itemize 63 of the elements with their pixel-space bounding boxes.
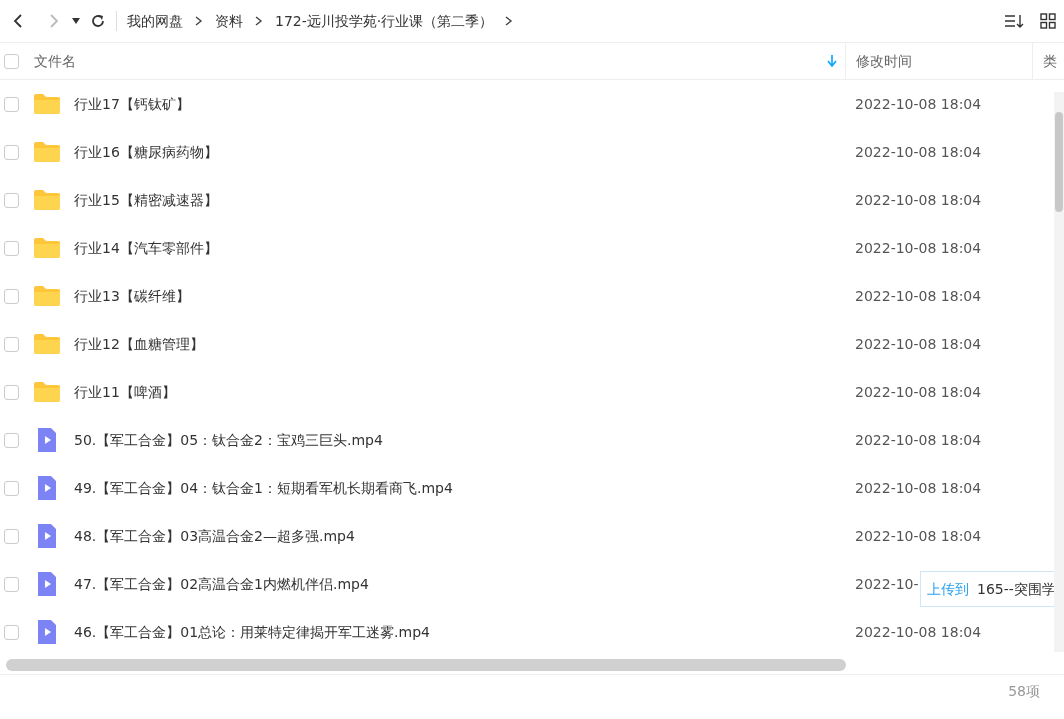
breadcrumb-link[interactable]: 我的网盘 [127, 10, 183, 32]
modified-date: 2022-10-08 18:04 [854, 191, 982, 208]
modified-date: 2022-10-08 18:04 [854, 383, 982, 400]
modified-date: 2022-10-08 18:04 [854, 479, 982, 496]
row-checkbox[interactable] [4, 336, 19, 352]
folder-icon [34, 285, 60, 307]
folder-icon [34, 237, 60, 259]
modified-date: 2022-10-08 18:04 [854, 431, 982, 448]
modified-date: 2022-10- [854, 575, 919, 592]
folder-icon [34, 93, 60, 115]
file-name[interactable]: 49.【军工合金】04：钛合金1：短期看军机长期看商飞.mp4 [74, 477, 453, 499]
column-header[interactable]: 文件名 [34, 50, 76, 72]
row-checkbox[interactable] [4, 576, 19, 592]
file-name[interactable]: 48.【军工合金】03高温合金2—超多强.mp4 [74, 525, 355, 547]
sort-icon[interactable] [1004, 13, 1024, 29]
row-checkbox[interactable] [4, 432, 19, 448]
file-name[interactable]: 50.【军工合金】05：钛合金2：宝鸡三巨头.mp4 [74, 429, 383, 451]
item-count: 58项 [1008, 682, 1040, 701]
row-checkbox[interactable] [4, 528, 19, 544]
column-header[interactable]: 修改时间 [856, 50, 912, 72]
breadcrumb-link[interactable]: 资料 [215, 10, 243, 32]
row-checkbox[interactable] [4, 480, 19, 496]
file-name[interactable]: 46.【军工合金】01总论：用莱特定律揭开军工迷雾.mp4 [74, 621, 430, 643]
file-name[interactable]: 47.【军工合金】02高温合金1内燃机伴侣.mp4 [74, 573, 369, 595]
refresh-icon[interactable] [90, 13, 106, 29]
folder-icon [34, 141, 60, 163]
folder-icon [34, 189, 60, 211]
modified-date: 2022-10-08 18:04 [854, 287, 982, 304]
vertical-scrollbar[interactable] [1054, 92, 1064, 652]
row-checkbox[interactable] [4, 96, 19, 112]
horizontal-scrollbar[interactable] [6, 659, 846, 671]
tooltip-action: 上传到 [927, 579, 969, 599]
modified-date: 2022-10-08 18:04 [854, 95, 982, 112]
modified-date: 2022-10-08 18:04 [854, 239, 982, 256]
file-name[interactable]: 行业12【血糖管理】 [74, 333, 204, 355]
grid-view-icon[interactable] [1040, 13, 1056, 29]
chevron-left-icon [12, 13, 24, 29]
row-checkbox[interactable] [4, 192, 19, 208]
modified-date: 2022-10-08 18:04 [854, 527, 982, 544]
chevron-right-icon [48, 13, 60, 29]
row-checkbox[interactable] [4, 240, 19, 256]
modified-date: 2022-10-08 18:04 [854, 623, 982, 640]
file-name[interactable]: 行业15【精密减速器】 [74, 189, 218, 211]
dropdown-caret-icon[interactable] [72, 18, 80, 24]
row-checkbox[interactable] [4, 144, 19, 160]
modified-date: 2022-10-08 18:04 [854, 335, 982, 352]
row-checkbox[interactable] [4, 384, 19, 400]
chevron-right-icon [505, 15, 514, 27]
row-checkbox[interactable] [4, 624, 19, 640]
row-checkbox[interactable] [4, 288, 19, 304]
breadcrumb-link[interactable]: 172-远川投学苑·行业课（第二季） [275, 10, 494, 32]
column-header[interactable]: 类 [1043, 50, 1057, 72]
file-name[interactable]: 行业13【碳纤维】 [74, 285, 190, 307]
folder-icon [34, 333, 60, 355]
folder-icon [34, 381, 60, 403]
select-all-checkbox[interactable] [4, 53, 19, 69]
file-name[interactable]: 行业16【糖尿病药物】 [74, 141, 218, 163]
chevron-right-icon [255, 15, 263, 27]
file-name[interactable]: 行业17【钙钛矿】 [74, 93, 190, 115]
chevron-right-icon [195, 15, 203, 27]
file-name[interactable]: 行业14【汽车零部件】 [74, 237, 218, 259]
modified-date: 2022-10-08 18:04 [854, 143, 982, 160]
file-name[interactable]: 行业11【啤酒】 [74, 381, 176, 403]
